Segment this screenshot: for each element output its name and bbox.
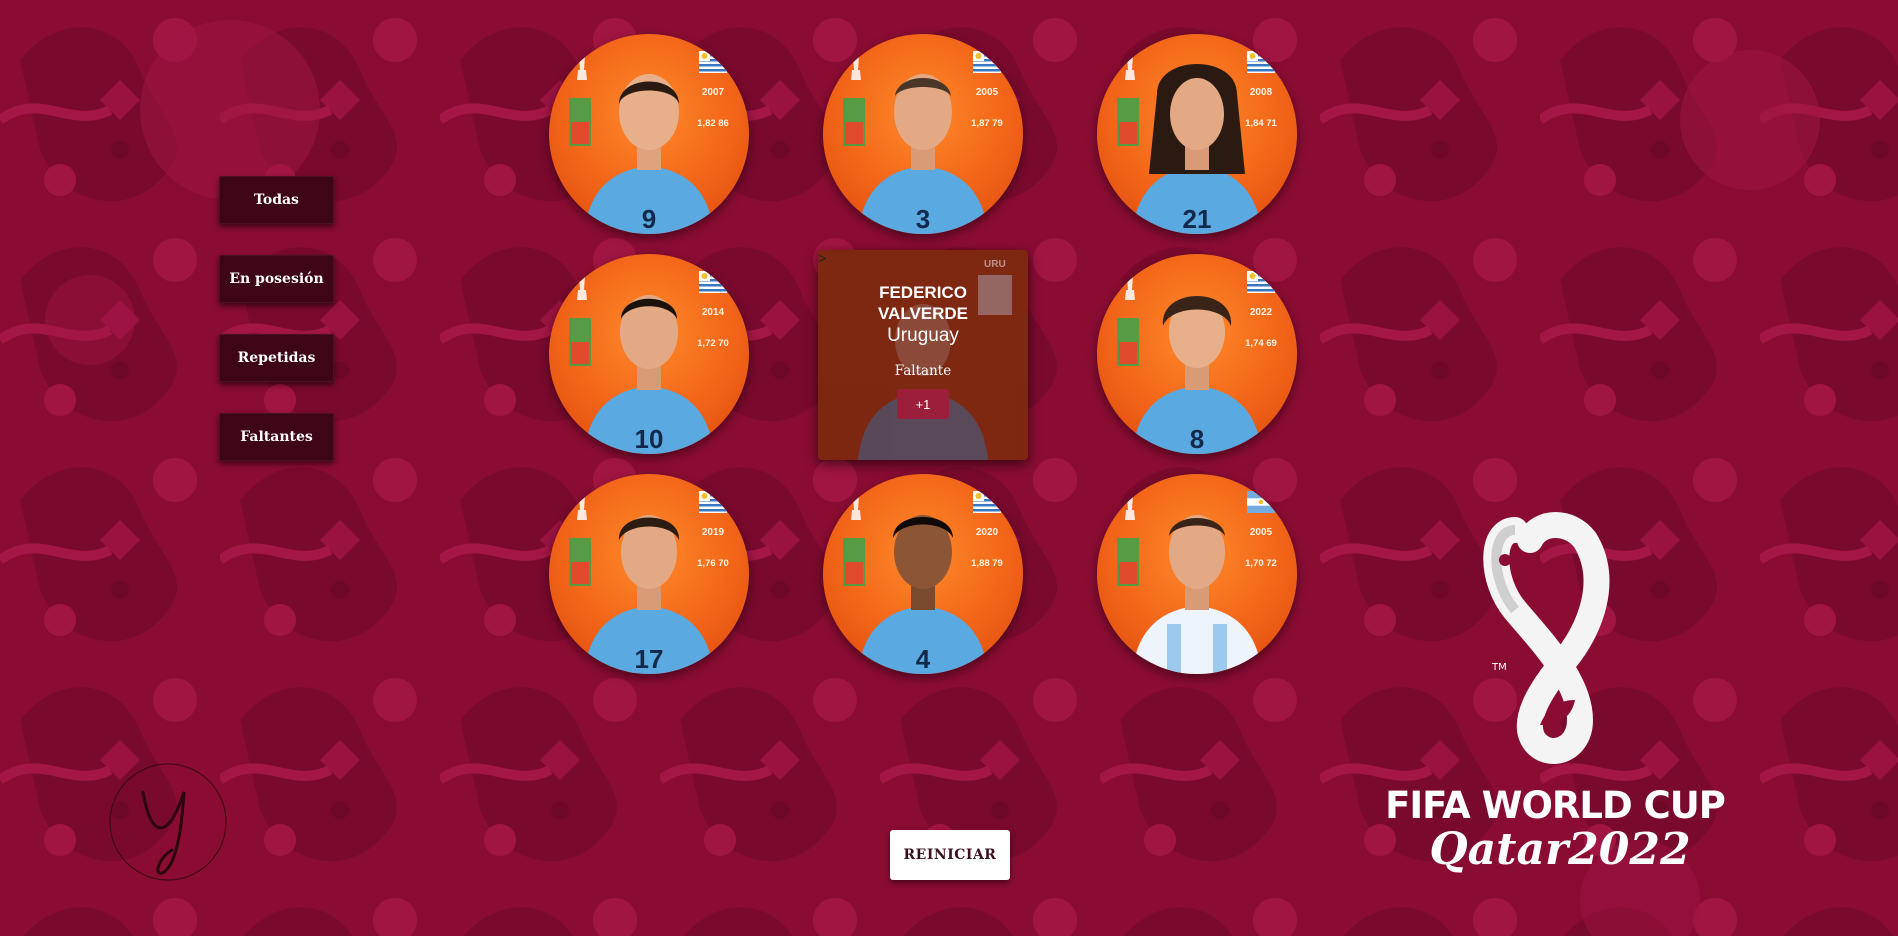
filter-missing-button[interactable]: Faltantes [219,413,334,461]
sticker-stats: 1,74 69 [1245,338,1277,349]
sticker-year: 2008 [1249,87,1273,98]
selected-player-name: FEDERICO VALVERDE [877,283,969,323]
add-one-button[interactable]: +1 [897,389,949,419]
sticker-stats: 1,76 70 [697,558,729,569]
jersey-number: 3 [915,204,931,234]
selected-status: Faltante [894,363,952,379]
sticker-year: 2005 [1249,527,1273,538]
position-pitch-icon [843,98,865,146]
sticker-card[interactable]: 2022 1,74 69 8 [1097,254,1297,454]
uruguay-flag-icon [1247,271,1275,293]
position-pitch-icon [569,538,591,586]
sticker-card[interactable]: 2005 1,70 72 [1097,474,1297,674]
sticker-card[interactable]: 2005 1,87 79 3 [823,34,1023,234]
uruguay-flag-icon [699,51,727,73]
card-caret: > [818,250,827,266]
sticker-stats: 1,72 70 [697,338,729,349]
sticker-card[interactable]: 2020 1,88 79 4 [823,474,1023,674]
selected-player-country: Uruguay [887,325,959,346]
fifa-trophy-icon [577,56,587,80]
filter-owned-button[interactable]: En posesión [219,255,334,303]
sticker-card[interactable]: 2008 1,84 71 21 [1097,34,1297,234]
sticker-stats: 1,88 79 [971,558,1003,569]
uruguay-flag-icon [973,51,1001,73]
sticker-card[interactable]: 2014 1,72 70 10 [549,254,749,454]
selected-card-overlay: > FEDERICO VALVERDE Uruguay Faltante +1 [818,250,1028,460]
sticker-year: 2019 [701,527,725,538]
position-pitch-icon [1117,318,1139,366]
sticker-year: 2007 [701,87,725,98]
uruguay-flag-icon [699,491,727,513]
sticker-year: 2020 [975,527,999,538]
jersey-number: 8 [1189,424,1205,454]
filter-menu: Todas En posesión Repetidas Faltantes [219,176,334,492]
sticker-year: 2014 [701,307,725,318]
sticker-stats: 1,87 79 [971,118,1003,129]
jersey-number: 17 [634,644,664,674]
qatar-2022-emblem-icon: TM [1483,512,1610,764]
world-cup-subtitle: Qatar2022 [1429,824,1691,875]
sticker-stats: 1,84 71 [1245,118,1277,129]
sticker-year: 2005 [975,87,999,98]
uruguay-flag-icon [1247,51,1275,73]
jersey-number: 10 [634,424,664,454]
sticker-stats: 1,70 72 [1245,558,1277,569]
reset-button[interactable]: REINICIAR [890,830,1010,880]
yy-signature-logo [109,763,227,881]
position-pitch-icon [569,98,591,146]
sticker-card[interactable]: 2007 1,82 86 9 [549,34,749,234]
trademark-label: TM [1491,662,1507,673]
sticker-card[interactable]: 2019 1,76 70 17 [549,474,749,674]
jersey-number: 4 [915,644,931,674]
position-pitch-icon [843,538,865,586]
filter-all-button[interactable]: Todas [219,176,334,224]
position-pitch-icon [1117,538,1139,586]
jersey-number: 9 [641,204,657,234]
fifa-trophy-icon [1125,56,1135,80]
sticker-card-selected[interactable]: URU > FEDERICO VALVERDE Uruguay Faltante… [818,250,1028,460]
position-pitch-icon [569,318,591,366]
position-pitch-icon [1117,98,1139,146]
sticker-stats: 1,82 86 [697,118,729,129]
fifa-trophy-icon [851,496,861,520]
fifa-trophy-icon [1125,276,1135,300]
fifa-trophy-icon [577,276,587,300]
world-cup-title: FIFA WORLD CUP [1385,784,1726,827]
fifa-trophy-icon [1125,496,1135,520]
fifa-trophy-icon [851,56,861,80]
sticker-year: 2022 [1249,307,1273,318]
uruguay-flag-icon [973,491,1001,513]
jersey-number: 21 [1182,204,1212,234]
argentina-flag-icon [1247,491,1275,513]
filter-repeated-button[interactable]: Repetidas [219,334,334,382]
uruguay-flag-icon [699,271,727,293]
fifa-trophy-icon [577,496,587,520]
